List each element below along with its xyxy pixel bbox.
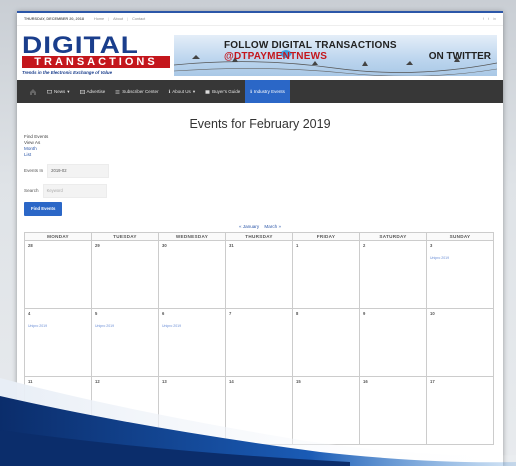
decorative-swoosh	[0, 378, 516, 466]
